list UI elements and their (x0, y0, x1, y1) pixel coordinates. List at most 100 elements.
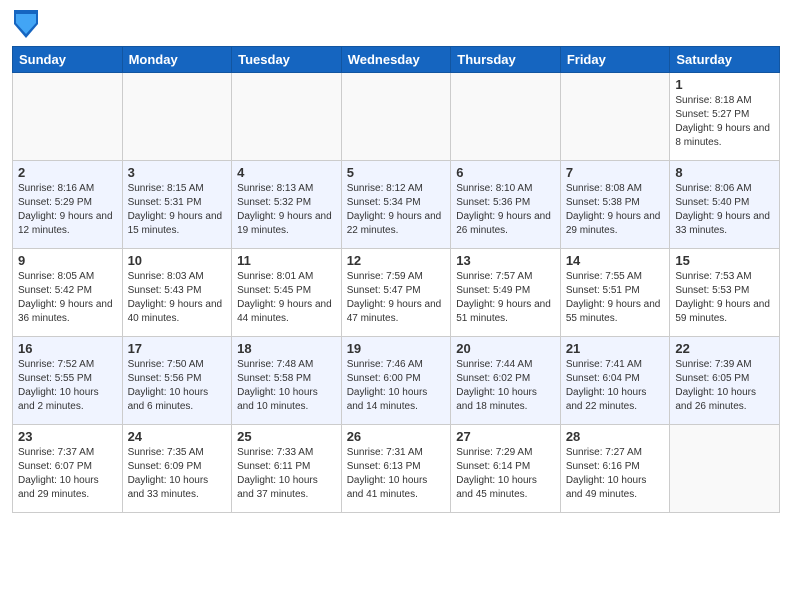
day-info: Sunrise: 7:46 AM Sunset: 6:00 PM Dayligh… (347, 358, 446, 414)
calendar-table: SundayMondayTuesdayWednesdayThursdayFrid… (12, 46, 780, 513)
calendar-day-cell: 5 Sunrise: 8:12 AM Sunset: 5:34 PM Daylig… (341, 161, 451, 249)
calendar-header-sunday: Sunday (13, 47, 123, 73)
day-number: 4 (237, 165, 336, 180)
day-number: 8 (675, 165, 774, 180)
day-info: Sunrise: 7:59 AM Sunset: 5:47 PM Dayligh… (347, 270, 446, 326)
day-number: 11 (237, 253, 336, 268)
day-number: 2 (18, 165, 117, 180)
day-number: 20 (456, 341, 555, 356)
calendar-week-row: 2 Sunrise: 8:16 AM Sunset: 5:29 PM Daylig… (13, 161, 780, 249)
day-info: Sunrise: 7:55 AM Sunset: 5:51 PM Dayligh… (566, 270, 665, 326)
calendar-day-cell (122, 73, 232, 161)
day-info: Sunrise: 8:08 AM Sunset: 5:38 PM Dayligh… (566, 182, 665, 238)
day-info: Sunrise: 8:03 AM Sunset: 5:43 PM Dayligh… (128, 270, 227, 326)
calendar-day-cell (13, 73, 123, 161)
day-number: 25 (237, 429, 336, 444)
day-number: 24 (128, 429, 227, 444)
header (12, 10, 780, 38)
calendar-day-cell (232, 73, 342, 161)
calendar-day-cell: 18 Sunrise: 7:48 AM Sunset: 5:58 PM Dayli… (232, 337, 342, 425)
day-info: Sunrise: 8:16 AM Sunset: 5:29 PM Dayligh… (18, 182, 117, 238)
day-number: 6 (456, 165, 555, 180)
day-info: Sunrise: 7:37 AM Sunset: 6:07 PM Dayligh… (18, 446, 117, 502)
calendar-day-cell: 25 Sunrise: 7:33 AM Sunset: 6:11 PM Dayli… (232, 425, 342, 513)
calendar-day-cell: 22 Sunrise: 7:39 AM Sunset: 6:05 PM Dayli… (670, 337, 780, 425)
day-info: Sunrise: 7:52 AM Sunset: 5:55 PM Dayligh… (18, 358, 117, 414)
calendar-week-row: 9 Sunrise: 8:05 AM Sunset: 5:42 PM Daylig… (13, 249, 780, 337)
calendar-day-cell: 11 Sunrise: 8:01 AM Sunset: 5:45 PM Dayli… (232, 249, 342, 337)
calendar-day-cell: 4 Sunrise: 8:13 AM Sunset: 5:32 PM Daylig… (232, 161, 342, 249)
day-info: Sunrise: 8:12 AM Sunset: 5:34 PM Dayligh… (347, 182, 446, 238)
calendar-day-cell: 19 Sunrise: 7:46 AM Sunset: 6:00 PM Dayli… (341, 337, 451, 425)
day-info: Sunrise: 7:53 AM Sunset: 5:53 PM Dayligh… (675, 270, 774, 326)
day-info: Sunrise: 7:31 AM Sunset: 6:13 PM Dayligh… (347, 446, 446, 502)
calendar-day-cell: 24Sunrise: 7:35 AM Sunset: 6:09 PM Dayli… (122, 425, 232, 513)
calendar-day-cell: 28Sunrise: 7:27 AM Sunset: 6:16 PM Dayli… (560, 425, 670, 513)
calendar-header-saturday: Saturday (670, 47, 780, 73)
day-info: Sunrise: 8:01 AM Sunset: 5:45 PM Dayligh… (237, 270, 336, 326)
calendar-day-cell: 26 Sunrise: 7:31 AM Sunset: 6:13 PM Dayli… (341, 425, 451, 513)
calendar-day-cell: 20 Sunrise: 7:44 AM Sunset: 6:02 PM Dayli… (451, 337, 561, 425)
day-info: Sunrise: 7:57 AM Sunset: 5:49 PM Dayligh… (456, 270, 555, 326)
calendar-header-thursday: Thursday (451, 47, 561, 73)
day-number: 17 (128, 341, 227, 356)
calendar-header-tuesday: Tuesday (232, 47, 342, 73)
day-number: 13 (456, 253, 555, 268)
calendar-day-cell: 13 Sunrise: 7:57 AM Sunset: 5:49 PM Dayli… (451, 249, 561, 337)
day-info: Sunrise: 8:15 AM Sunset: 5:31 PM Dayligh… (128, 182, 227, 238)
day-number: 22 (675, 341, 774, 356)
calendar-day-cell: 14 Sunrise: 7:55 AM Sunset: 5:51 PM Dayli… (560, 249, 670, 337)
calendar-day-cell: 8 Sunrise: 8:06 AM Sunset: 5:40 PM Daylig… (670, 161, 780, 249)
day-info: Sunrise: 7:29 AM Sunset: 6:14 PM Dayligh… (456, 446, 555, 502)
calendar-day-cell: 23 Sunrise: 7:37 AM Sunset: 6:07 PM Dayli… (13, 425, 123, 513)
calendar-header-wednesday: Wednesday (341, 47, 451, 73)
day-info: Sunrise: 7:39 AM Sunset: 6:05 PM Dayligh… (675, 358, 774, 414)
day-info: Sunrise: 8:13 AM Sunset: 5:32 PM Dayligh… (237, 182, 336, 238)
calendar-day-cell (451, 73, 561, 161)
day-info: Sunrise: 7:48 AM Sunset: 5:58 PM Dayligh… (237, 358, 336, 414)
day-number: 7 (566, 165, 665, 180)
calendar-day-cell: 1 Sunrise: 8:18 AM Sunset: 5:27 PM Daylig… (670, 73, 780, 161)
page-container: SundayMondayTuesdayWednesdayThursdayFrid… (0, 0, 792, 523)
day-info: Sunrise: 8:05 AM Sunset: 5:42 PM Dayligh… (18, 270, 117, 326)
day-number: 9 (18, 253, 117, 268)
day-number: 21 (566, 341, 665, 356)
day-info: Sunrise: 7:27 AM Sunset: 6:16 PM Dayligh… (566, 446, 665, 502)
day-info: Sunrise: 7:33 AM Sunset: 6:11 PM Dayligh… (237, 446, 336, 502)
day-number: 18 (237, 341, 336, 356)
calendar-day-cell: 17 Sunrise: 7:50 AM Sunset: 5:56 PM Dayli… (122, 337, 232, 425)
day-number: 26 (347, 429, 446, 444)
day-info: Sunrise: 7:41 AM Sunset: 6:04 PM Dayligh… (566, 358, 665, 414)
day-number: 27 (456, 429, 555, 444)
calendar-day-cell: 7 Sunrise: 8:08 AM Sunset: 5:38 PM Daylig… (560, 161, 670, 249)
calendar-day-cell: 2 Sunrise: 8:16 AM Sunset: 5:29 PM Daylig… (13, 161, 123, 249)
day-number: 14 (566, 253, 665, 268)
day-number: 19 (347, 341, 446, 356)
calendar-day-cell: 16 Sunrise: 7:52 AM Sunset: 5:55 PM Dayli… (13, 337, 123, 425)
day-number: 5 (347, 165, 446, 180)
day-info: Sunrise: 7:44 AM Sunset: 6:02 PM Dayligh… (456, 358, 555, 414)
calendar-day-cell: 21 Sunrise: 7:41 AM Sunset: 6:04 PM Dayli… (560, 337, 670, 425)
calendar-day-cell: 10 Sunrise: 8:03 AM Sunset: 5:43 PM Dayli… (122, 249, 232, 337)
calendar-day-cell: 3Sunrise: 8:15 AM Sunset: 5:31 PM Daylig… (122, 161, 232, 249)
day-number: 1 (675, 77, 774, 92)
logo-icon (14, 10, 38, 38)
calendar-day-cell (670, 425, 780, 513)
day-info: Sunrise: 8:18 AM Sunset: 5:27 PM Dayligh… (675, 94, 774, 150)
day-number: 16 (18, 341, 117, 356)
calendar-header-friday: Friday (560, 47, 670, 73)
day-number: 23 (18, 429, 117, 444)
day-info: Sunrise: 8:10 AM Sunset: 5:36 PM Dayligh… (456, 182, 555, 238)
calendar-day-cell: 9 Sunrise: 8:05 AM Sunset: 5:42 PM Daylig… (13, 249, 123, 337)
calendar-day-cell: 12 Sunrise: 7:59 AM Sunset: 5:47 PM Dayli… (341, 249, 451, 337)
day-number: 10 (128, 253, 227, 268)
day-info: Sunrise: 7:50 AM Sunset: 5:56 PM Dayligh… (128, 358, 227, 414)
calendar-week-row: 1 Sunrise: 8:18 AM Sunset: 5:27 PM Daylig… (13, 73, 780, 161)
calendar-week-row: 16 Sunrise: 7:52 AM Sunset: 5:55 PM Dayli… (13, 337, 780, 425)
calendar-day-cell: 6 Sunrise: 8:10 AM Sunset: 5:36 PM Daylig… (451, 161, 561, 249)
day-info: Sunrise: 8:06 AM Sunset: 5:40 PM Dayligh… (675, 182, 774, 238)
day-number: 15 (675, 253, 774, 268)
calendar-header-row: SundayMondayTuesdayWednesdayThursdayFrid… (13, 47, 780, 73)
calendar-day-cell: 27 Sunrise: 7:29 AM Sunset: 6:14 PM Dayli… (451, 425, 561, 513)
day-number: 12 (347, 253, 446, 268)
